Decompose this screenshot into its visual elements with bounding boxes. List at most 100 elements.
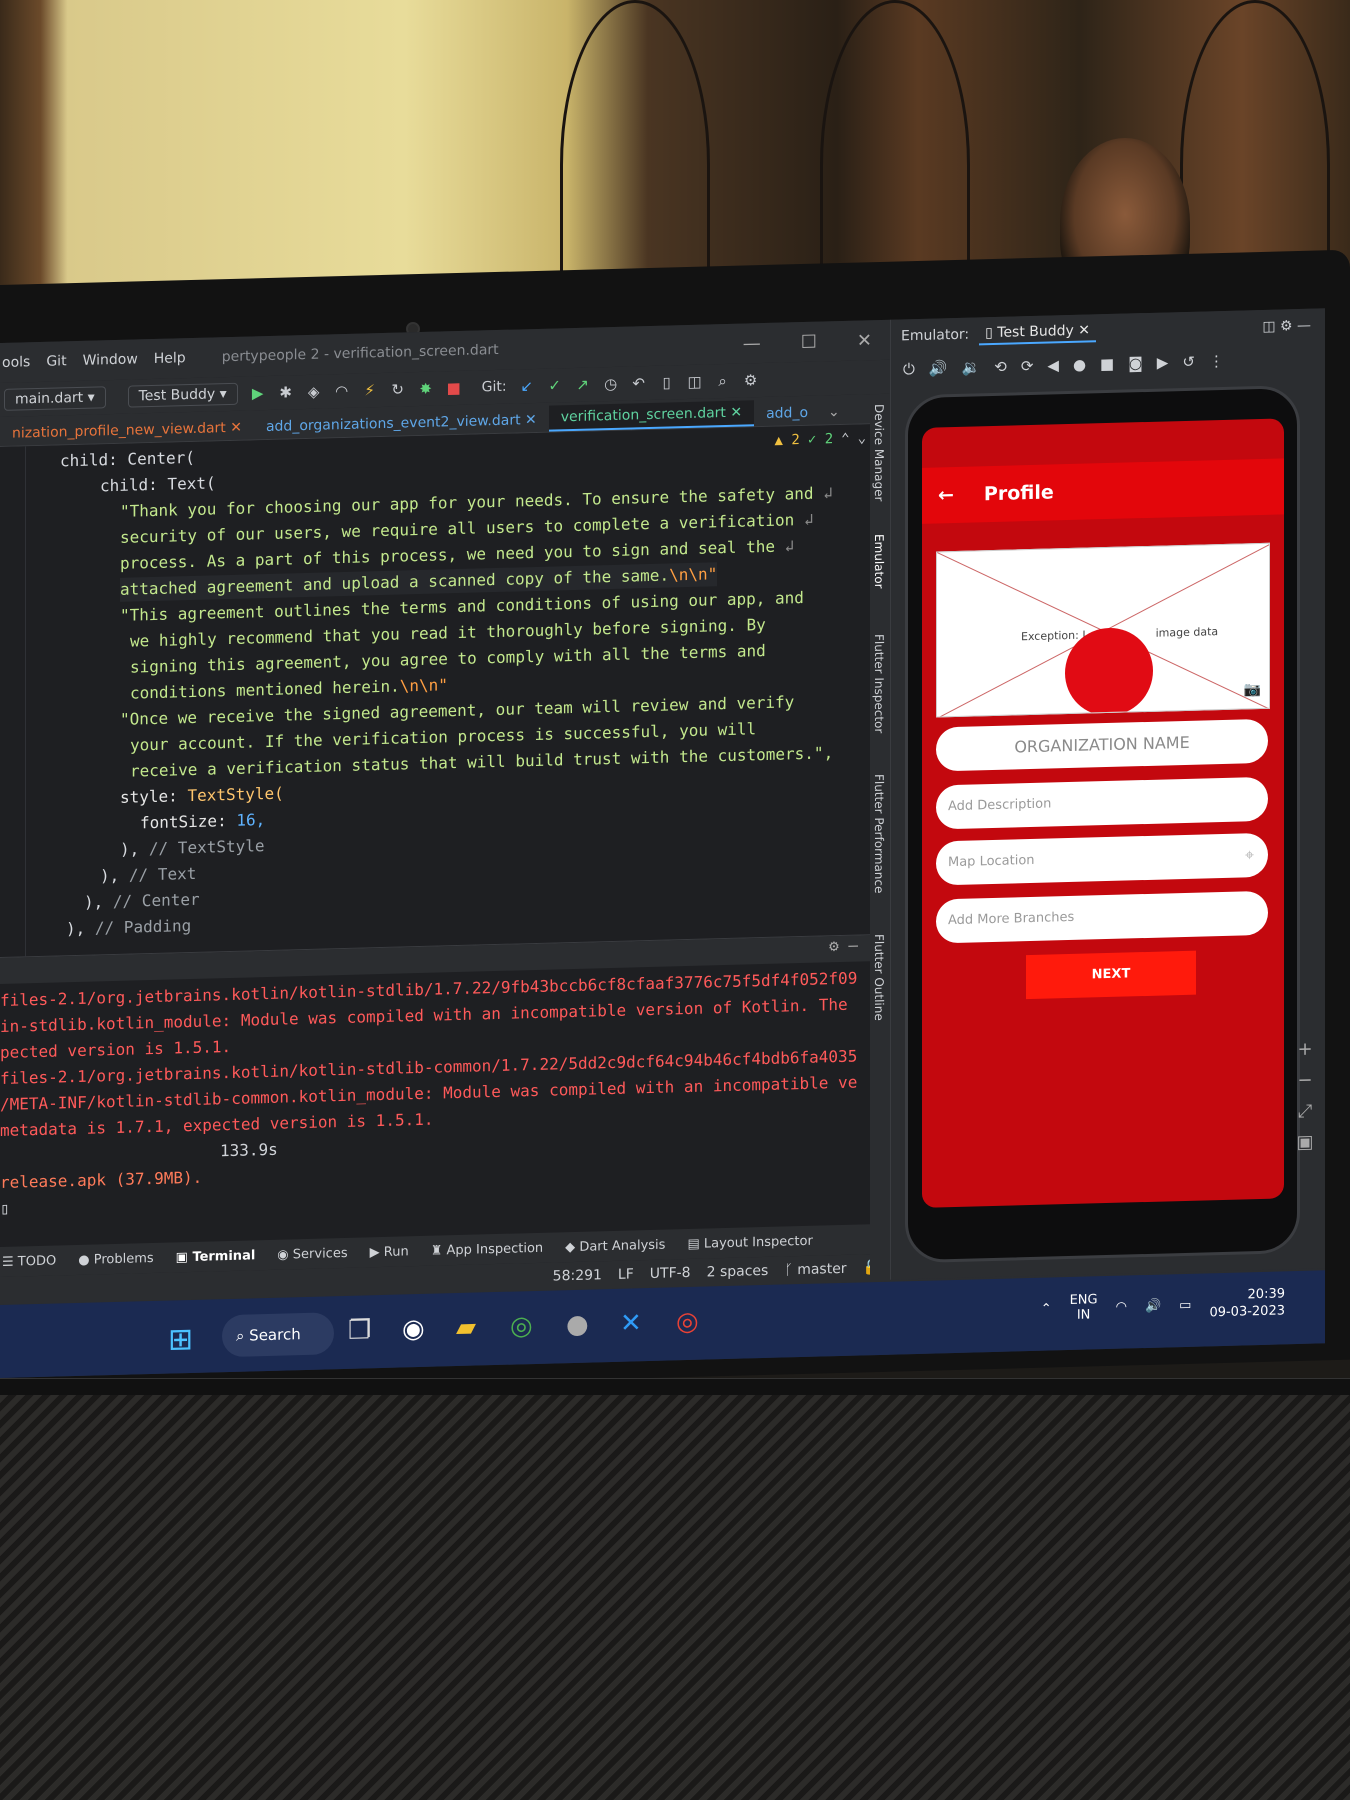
code-editor[interactable]: ▲ 2 ✓ 2 ⌃ ⌄ child: Center( child: Text( … bbox=[0, 423, 890, 957]
tool-emulator[interactable]: Emulator bbox=[872, 534, 886, 589]
file-encoding[interactable]: UTF-8 bbox=[650, 1265, 691, 1282]
snapshot-icon[interactable]: ↺ bbox=[1182, 353, 1195, 371]
window-title: pertypeople 2 - verification_screen.dart bbox=[221, 341, 499, 366]
history-icon[interactable]: ◷ bbox=[603, 375, 619, 393]
git-branch[interactable]: ᚴ master bbox=[784, 1261, 846, 1279]
file-explorer-icon[interactable]: ▰ bbox=[456, 1313, 476, 1344]
gear-icon[interactable]: ⚙ bbox=[829, 936, 839, 955]
vscode-icon[interactable]: ✕ bbox=[620, 1308, 642, 1339]
menu-help[interactable]: Help bbox=[154, 350, 186, 367]
zoom-out-icon[interactable]: − bbox=[1297, 1070, 1312, 1091]
sdk-manager-icon[interactable]: ◫ bbox=[687, 373, 703, 391]
screenshot-icon[interactable]: ◙ bbox=[1128, 354, 1143, 372]
chevron-down-icon[interactable]: ⌄ bbox=[858, 430, 866, 446]
tool-dart-analysis[interactable]: ◆ Dart Analysis bbox=[565, 1237, 665, 1255]
tool-run[interactable]: ▶ Run bbox=[370, 1244, 409, 1260]
indent-setting[interactable]: 2 spaces bbox=[707, 1263, 769, 1281]
run-config-dropdown[interactable]: main.dart ▾ bbox=[4, 386, 106, 411]
chat-icon[interactable]: ◉ bbox=[402, 1314, 425, 1345]
fit-screen-icon[interactable]: ⤢ bbox=[1298, 1101, 1312, 1122]
task-view-icon[interactable]: ❐ bbox=[348, 1315, 371, 1346]
search-icon[interactable]: ⌕ bbox=[715, 372, 731, 390]
app-icon[interactable]: ● bbox=[566, 1310, 589, 1341]
cursor-position[interactable]: 58:291 bbox=[553, 1267, 602, 1284]
zoom-in-icon[interactable]: + bbox=[1297, 1039, 1312, 1060]
tool-flutter-performance[interactable]: Flutter Performance bbox=[872, 774, 886, 894]
menu-tools[interactable]: ools bbox=[2, 354, 30, 371]
tab-add-o[interactable]: add_o bbox=[754, 401, 820, 427]
camera-icon[interactable]: 📷 bbox=[1244, 682, 1261, 698]
tool-problems[interactable]: ● Problems bbox=[78, 1250, 153, 1267]
minimize-icon[interactable]: — bbox=[743, 333, 761, 354]
git-push-icon[interactable]: ↗ bbox=[575, 376, 591, 394]
language-indicator[interactable]: ENG IN bbox=[1070, 1292, 1098, 1323]
maximize-icon[interactable]: ☐ bbox=[801, 331, 817, 352]
tool-layout-inspector[interactable]: ▤ Layout Inspector bbox=[687, 1233, 812, 1251]
clock[interactable]: 20:39 09-03-2023 bbox=[1209, 1285, 1285, 1321]
git-commit-icon[interactable]: ✓ bbox=[547, 376, 563, 394]
overview-icon[interactable]: ■ bbox=[1100, 355, 1114, 373]
settings-icon[interactable]: ⚙ bbox=[743, 371, 759, 389]
volume-icon[interactable]: 🔊 bbox=[1145, 1298, 1161, 1313]
tab-verification-screen[interactable]: verification_screen.dart ✕ bbox=[548, 400, 755, 432]
battery-icon[interactable]: ▭ bbox=[1179, 1297, 1191, 1312]
rotate-left-icon[interactable]: ⟲ bbox=[994, 358, 1007, 376]
record-icon[interactable]: ▶ bbox=[1157, 353, 1169, 371]
page-title: Profile bbox=[983, 481, 1054, 506]
coverage-icon[interactable]: ◈ bbox=[306, 383, 322, 401]
android-icon[interactable]: ✸ bbox=[418, 380, 434, 398]
hot-restart-icon[interactable]: ↻ bbox=[390, 380, 406, 398]
back-icon[interactable]: ◀ bbox=[1047, 356, 1059, 374]
line-separator[interactable]: LF bbox=[618, 1266, 634, 1282]
image-placeholder[interactable]: Exception: Iimage data 📷 bbox=[936, 542, 1270, 718]
menu-git[interactable]: Git bbox=[46, 353, 66, 370]
laptop-screen: ools Git Window Help pertypeople 2 - ver… bbox=[0, 308, 1325, 1378]
volume-down-icon[interactable]: 🔉 bbox=[962, 358, 981, 376]
profile-icon[interactable]: ◠ bbox=[334, 382, 350, 400]
tool-app-inspection[interactable]: ♜ App Inspection bbox=[431, 1240, 543, 1258]
chevron-up-icon[interactable]: ⌃ bbox=[1041, 1301, 1052, 1316]
branches-field[interactable]: Add More Branches bbox=[936, 890, 1268, 944]
windows-start-icon[interactable]: ⊞ bbox=[168, 1322, 193, 1358]
code-line: ), // Padding bbox=[66, 915, 192, 939]
tool-todo[interactable]: ☰ TODO bbox=[2, 1253, 56, 1269]
next-button[interactable]: NEXT bbox=[1026, 950, 1196, 1000]
tool-terminal[interactable]: ▣ Terminal bbox=[176, 1248, 256, 1265]
run-icon[interactable]: ▶ bbox=[250, 384, 266, 402]
debug-icon[interactable]: ✱ bbox=[278, 383, 294, 401]
organization-name-field[interactable]: ORGANIZATION NAME bbox=[936, 718, 1268, 772]
emulator-settings-icon[interactable]: ◫ ⚙ — bbox=[1262, 317, 1325, 335]
tabs-overflow-icon[interactable]: ⌄ bbox=[820, 400, 848, 425]
back-arrow-icon[interactable]: ← bbox=[938, 484, 954, 506]
hot-reload-icon[interactable]: ⚡ bbox=[362, 381, 378, 399]
git-update-icon[interactable]: ↙ bbox=[519, 377, 535, 395]
emulator-device-tab[interactable]: ▯ Test Buddy ✕ bbox=[979, 320, 1097, 346]
chrome-icon[interactable]: ◎ bbox=[510, 1311, 533, 1342]
description-field[interactable]: Add Description bbox=[936, 776, 1268, 830]
device-manager-icon[interactable]: ▯ bbox=[659, 373, 675, 391]
map-location-field[interactable]: Map Location ⌖ bbox=[936, 832, 1268, 886]
wifi-icon[interactable]: ◠ bbox=[1116, 1299, 1127, 1314]
tool-flutter-outline[interactable]: Flutter Outline bbox=[872, 934, 886, 1021]
tool-device-manager[interactable]: Device Manager bbox=[872, 404, 886, 502]
tool-flutter-inspector[interactable]: Flutter Inspector bbox=[872, 634, 886, 734]
close-icon[interactable]: ✕ bbox=[857, 330, 872, 351]
power-icon[interactable]: ⏻ bbox=[903, 360, 915, 378]
tool-services[interactable]: ◉ Services bbox=[277, 1245, 347, 1262]
chevron-up-icon[interactable]: ⌃ bbox=[841, 431, 849, 447]
taskbar-search-button[interactable]: ⌕ Search bbox=[222, 1312, 334, 1358]
actual-size-icon[interactable]: ▣ bbox=[1296, 1132, 1313, 1153]
stop-icon[interactable]: ■ bbox=[446, 379, 462, 397]
rotate-right-icon[interactable]: ⟳ bbox=[1021, 357, 1034, 375]
rollback-icon[interactable]: ↶ bbox=[631, 374, 647, 392]
terminal-panel[interactable]: ⚙ — files-2.1/org.jetbrains.kotlin/kotli… bbox=[0, 934, 870, 1247]
menu-window[interactable]: Window bbox=[83, 351, 138, 368]
inspection-widget[interactable]: ▲ 2 ✓ 2 ⌃ ⌄ bbox=[775, 430, 866, 448]
location-icon[interactable]: ⌖ bbox=[1245, 845, 1254, 865]
volume-up-icon[interactable]: 🔊 bbox=[929, 359, 948, 377]
device-dropdown[interactable]: Test Buddy ▾ bbox=[127, 382, 238, 408]
home-icon[interactable]: ● bbox=[1073, 356, 1086, 374]
hide-icon[interactable]: — bbox=[848, 936, 858, 955]
chrome-dev-icon[interactable]: ◎ bbox=[676, 1307, 699, 1338]
more-icon[interactable]: ⋮ bbox=[1209, 352, 1224, 370]
